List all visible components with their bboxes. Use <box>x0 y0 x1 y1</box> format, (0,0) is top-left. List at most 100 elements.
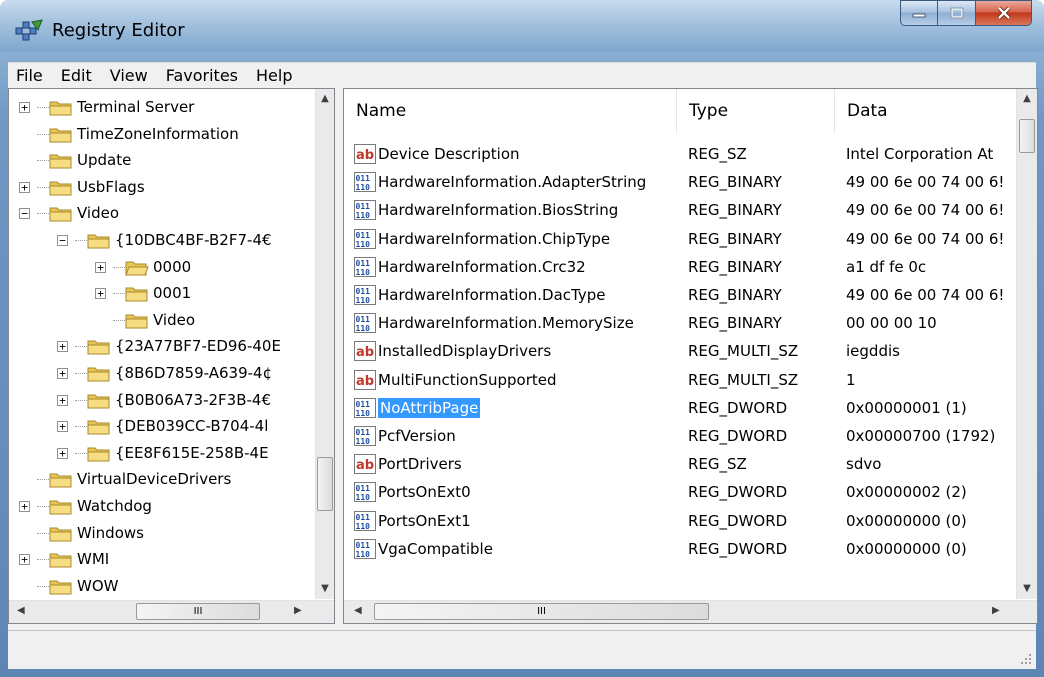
tree-item[interactable]: − Video <box>9 200 315 228</box>
expand-icon[interactable]: + <box>19 554 30 566</box>
tree-item-label: {B0B06A73-2F3B-4€ <box>115 390 272 409</box>
value-row[interactable]: 011 110 VgaCompatible REG_DWORD 0x00000000 (… <box>344 535 1016 563</box>
menu-edit[interactable]: Edit <box>53 66 102 85</box>
maximize-button[interactable] <box>938 0 976 26</box>
scroll-left-arrow-icon[interactable]: ◀ <box>17 605 25 616</box>
tree-item[interactable]: + Watchdog <box>9 493 315 521</box>
expand-icon[interactable]: + <box>95 288 106 300</box>
tree-item[interactable]: Video <box>9 307 315 335</box>
values-scroll-right-arrow-icon[interactable]: ▶ <box>992 605 1000 616</box>
expand-icon[interactable]: + <box>57 447 68 459</box>
value-name: Device Description <box>378 145 520 163</box>
scroll-right-arrow-icon[interactable]: ▶ <box>294 605 302 616</box>
value-row[interactable]: 011 110 HardwareInformation.MemorySize REG_… <box>344 309 1016 337</box>
tree-item[interactable]: − {10DBC4BF-B2F7-4€ <box>9 227 315 255</box>
value-row[interactable]: 011 110 HardwareInformation.ChipType REG_BI… <box>344 225 1016 253</box>
column-header-type[interactable]: Type <box>677 89 835 133</box>
tree-item[interactable]: Windows <box>9 520 315 548</box>
expand-icon[interactable]: + <box>57 421 68 433</box>
value-row[interactable]: 011 110 HardwareInformation.DacType REG_BIN… <box>344 281 1016 309</box>
value-row[interactable]: 011 110 PcfVersion REG_DWORD 0x00000700 (179… <box>344 422 1016 450</box>
binary-value-icon: 011110 <box>354 285 376 305</box>
values-list-pane[interactable]: Name Type Data ab Device Description REG_S… <box>343 88 1038 624</box>
menu-favorites[interactable]: Favorites <box>158 66 248 85</box>
value-data: iegddis <box>846 342 900 361</box>
tree-item[interactable]: + UsbFlags <box>9 174 315 202</box>
value-row[interactable]: 011 110 HardwareInformation.BiosString REG_… <box>344 196 1016 224</box>
values-hscroll-thumb[interactable]: III <box>374 603 709 620</box>
value-data: 00 00 00 10 <box>846 314 937 333</box>
tree-item-label: Watchdog <box>77 497 152 515</box>
key-tree-pane[interactable]: + Terminal Server TimeZoneInformation Updat… <box>8 88 335 624</box>
value-name: HardwareInformation.AdapterString <box>378 173 647 192</box>
value-row[interactable]: 011 110 PortsOnExt0 REG_DWORD 0x00000002 (2) <box>344 478 1016 506</box>
expand-icon[interactable]: + <box>19 102 30 113</box>
column-header-data[interactable]: Data <box>835 89 1016 133</box>
tree-item[interactable]: + {DEB039CC-B704-4l <box>9 413 315 441</box>
tree-item[interactable]: +0001 <box>9 280 315 308</box>
tree-hscroll-grip: III <box>193 606 203 617</box>
tree-item[interactable]: + {8B6D7859-A639-4¢ <box>9 360 315 388</box>
tree-item[interactable]: + Terminal Server <box>9 94 315 122</box>
expand-icon[interactable]: + <box>57 341 68 353</box>
tree-item[interactable]: WOW <box>9 573 315 599</box>
values-scroll-up-arrow-icon[interactable]: ▲ <box>1017 93 1037 104</box>
collapse-icon[interactable]: − <box>57 235 68 246</box>
value-row[interactable]: ab Device Description REG_SZ Intel Corporat… <box>344 140 1016 168</box>
menu-help[interactable]: Help <box>248 66 302 85</box>
value-row[interactable]: ab PortDrivers REG_SZ sdvo <box>344 450 1016 478</box>
title-bar[interactable]: Registry Editor <box>0 0 1044 52</box>
folder-icon <box>49 154 72 169</box>
expand-icon[interactable]: + <box>19 181 30 193</box>
tree-hscroll-thumb[interactable]: III <box>136 603 260 620</box>
value-row[interactable]: 011 110 HardwareInformation.Crc32 REG_BINAR… <box>344 253 1016 281</box>
tree-horizontal-scrollbar[interactable]: ◀ III ▶ <box>9 600 334 623</box>
tree-item[interactable]: VirtualDeviceDrivers <box>9 466 315 494</box>
values-hscroll-grip: III <box>537 606 546 617</box>
binary-value-icon: 011110 <box>354 538 376 559</box>
menu-view[interactable]: View <box>102 66 158 85</box>
values-vertical-scrollbar[interactable]: ▲ ▼ <box>1016 89 1037 599</box>
tree-item[interactable]: +0000 <box>9 254 315 282</box>
expand-icon[interactable]: + <box>95 261 106 273</box>
tree-item[interactable]: + {EE8F615E-258B-4E <box>9 440 315 468</box>
value-row[interactable]: ab InstalledDisplayDrivers REG_MULTI_SZ ieg… <box>344 337 1016 365</box>
folder-icon <box>87 340 110 355</box>
values-scroll-down-arrow-icon[interactable]: ▼ <box>1017 583 1037 594</box>
svg-text:110: 110 <box>356 409 371 418</box>
scroll-up-arrow-icon[interactable]: ▲ <box>316 93 334 104</box>
expand-icon[interactable]: + <box>57 368 68 379</box>
value-row[interactable]: 011 110 HardwareInformation.AdapterString R… <box>344 168 1016 196</box>
expand-icon[interactable]: + <box>19 501 30 512</box>
values-vscroll-thumb[interactable] <box>1019 119 1035 153</box>
tree-item-label: TimeZoneInformation <box>77 124 239 143</box>
expand-icon[interactable]: + <box>57 394 68 406</box>
tree-item[interactable]: + {23A77BF7-ED96-40E <box>9 333 315 361</box>
minimize-button[interactable] <box>900 0 938 26</box>
value-type: REG_DWORD <box>688 427 788 445</box>
resize-grip-icon[interactable] <box>1020 653 1032 665</box>
value-row[interactable]: 011 110 NoAttribPage REG_DWORD 0x00000001 (1… <box>344 394 1016 422</box>
values-horizontal-scrollbar[interactable]: ◀ III ▶ <box>344 600 1037 623</box>
tree-item[interactable]: TimeZoneInformation <box>9 121 315 149</box>
tree-item[interactable]: Update <box>9 147 315 175</box>
value-type: REG_BINARY <box>688 257 782 276</box>
svg-text:110: 110 <box>356 437 371 446</box>
value-type: REG_DWORD <box>688 483 788 502</box>
column-header-name[interactable]: Name <box>344 89 677 133</box>
value-row[interactable]: ab MultiFunctionSupported REG_MULTI_SZ 1 <box>344 366 1016 394</box>
scroll-down-arrow-icon[interactable]: ▼ <box>316 583 334 594</box>
values-scroll-left-arrow-icon[interactable]: ◀ <box>354 605 362 616</box>
tree-item[interactable]: + {B0B06A73-2F3B-4€ <box>9 387 315 415</box>
value-type: REG_DWORD <box>688 398 788 417</box>
value-name: HardwareInformation.MemorySize <box>378 314 634 333</box>
collapse-icon[interactable]: − <box>19 208 30 220</box>
tree-vertical-scrollbar[interactable]: ▲ ▼ <box>315 89 334 599</box>
tree-vscroll-thumb[interactable] <box>317 457 333 511</box>
close-button[interactable] <box>976 0 1032 26</box>
string-value-icon: ab <box>354 144 376 164</box>
menu-file[interactable]: File <box>8 66 53 85</box>
svg-text:110: 110 <box>356 324 371 333</box>
value-row[interactable]: 011 110 PortsOnExt1 REG_DWORD 0x00000000 (0) <box>344 507 1016 535</box>
tree-item[interactable]: + WMI <box>9 546 315 574</box>
